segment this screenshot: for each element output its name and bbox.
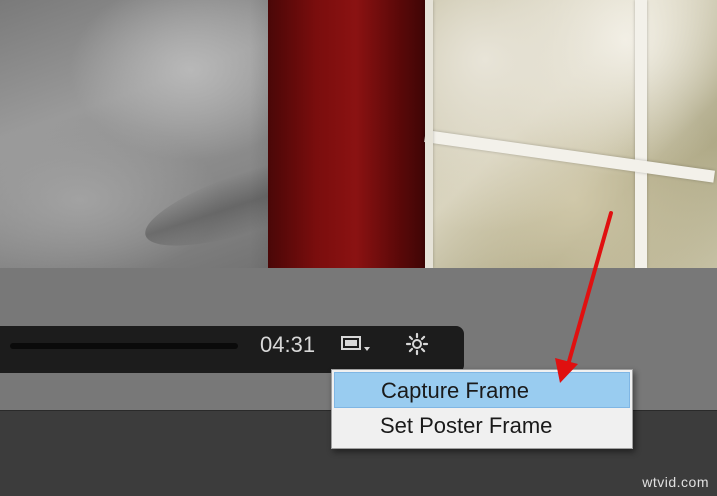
window-frame-vertical-left xyxy=(425,0,433,268)
menu-item-label: Set Poster Frame xyxy=(380,413,553,438)
menu-item-capture-frame[interactable]: Capture Frame xyxy=(334,372,630,408)
time-display: 04:31 xyxy=(260,332,316,357)
application-window: 04:31 Capture Frame Set Poster Frame wtv… xyxy=(0,0,717,496)
video-content-window xyxy=(424,0,717,268)
display-mode-icon[interactable] xyxy=(340,334,372,356)
context-menu: Capture Frame Set Poster Frame xyxy=(331,369,633,449)
progress-track[interactable] xyxy=(10,343,238,349)
window-frame-horizontal xyxy=(424,130,715,183)
menu-item-set-poster-frame[interactable]: Set Poster Frame xyxy=(334,408,630,444)
playback-controls-bar xyxy=(0,326,464,373)
menu-item-label: Capture Frame xyxy=(381,378,529,403)
gear-icon[interactable] xyxy=(405,332,429,356)
video-frame[interactable] xyxy=(0,0,717,268)
watermark: wtvid.com xyxy=(642,474,709,490)
video-content-curtain xyxy=(268,0,428,268)
window-frame-vertical xyxy=(635,0,647,268)
